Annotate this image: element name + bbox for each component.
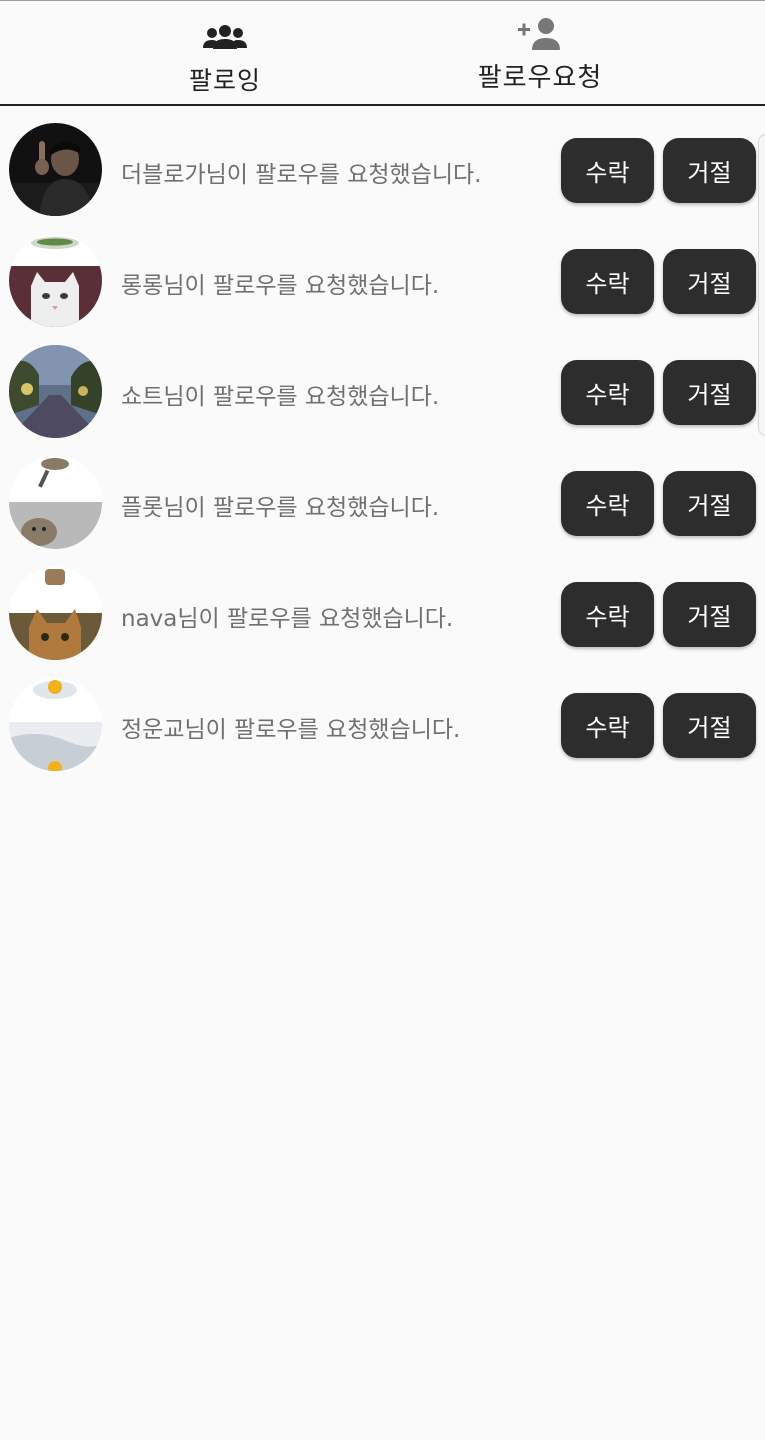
avatar[interactable] [9,123,102,216]
follow-request-list: 더블로가님이 팔로우를 요청했습니다. 수락 거절 롱롱님이 팔로우를 요청했습… [0,114,765,780]
tab-follow-requests-label: 팔로우요청 [477,63,603,93]
list-item: 쇼트님이 팔로우를 요청했습니다. 수락 거절 [0,336,765,447]
avatar[interactable] [9,234,102,327]
list-item: 더블로가님이 팔로우를 요청했습니다. 수락 거절 [0,114,765,225]
accept-button[interactable]: 수락 [561,693,654,758]
request-message: 쇼트님이 팔로우를 요청했습니다. [121,384,440,410]
accept-button[interactable]: 수락 [561,360,654,425]
avatar[interactable] [9,678,102,771]
request-message: 정운교님이 팔로우를 요청했습니다. [121,717,461,743]
request-message: 플롯님이 팔로우를 요청했습니다. [121,495,440,521]
group-icon [203,25,247,49]
list-item: nava님이 팔로우를 요청했습니다. 수락 거절 [0,558,765,669]
egg-photo [9,678,102,771]
list-item: 플롯님이 팔로우를 요청했습니다. 수락 거절 [0,447,765,558]
tab-bar: 팔로잉 팔로우요청 [0,1,765,106]
request-message: nava님이 팔로우를 요청했습니다. [121,606,454,632]
avatar[interactable] [9,345,102,438]
accept-button[interactable]: 수락 [561,138,654,203]
tab-following-label: 팔로잉 [188,66,261,95]
tabby-cat-photo [9,567,102,660]
accept-button[interactable]: 수락 [561,582,654,647]
person-add-icon [518,18,560,50]
reject-button[interactable]: 거절 [663,582,756,647]
night-road-photo [9,345,102,438]
list-item: 롱롱님이 팔로우를 요청했습니다. 수락 거절 [0,225,765,336]
request-message: 더블로가님이 팔로우를 요청했습니다. [121,162,482,188]
side-drawer-handle[interactable] [758,134,765,436]
reject-button[interactable]: 거절 [663,471,756,536]
reject-button[interactable]: 거절 [663,249,756,314]
list-item: 정운교님이 팔로우를 요청했습니다. 수락 거절 [0,669,765,780]
avatar[interactable] [9,567,102,660]
request-message: 롱롱님이 팔로우를 요청했습니다. [121,273,440,299]
tab-follow-requests[interactable]: 팔로우요청 [460,1,620,105]
reject-button[interactable]: 거절 [663,360,756,425]
man-pointing-photo [9,123,102,216]
accept-button[interactable]: 수락 [561,249,654,314]
cat-with-pan-photo [9,456,102,549]
avatar[interactable] [9,456,102,549]
tab-following[interactable]: 팔로잉 [150,1,300,105]
accept-button[interactable]: 수락 [561,471,654,536]
reject-button[interactable]: 거절 [663,138,756,203]
reject-button[interactable]: 거절 [663,693,756,758]
white-cat-photo [9,234,102,327]
